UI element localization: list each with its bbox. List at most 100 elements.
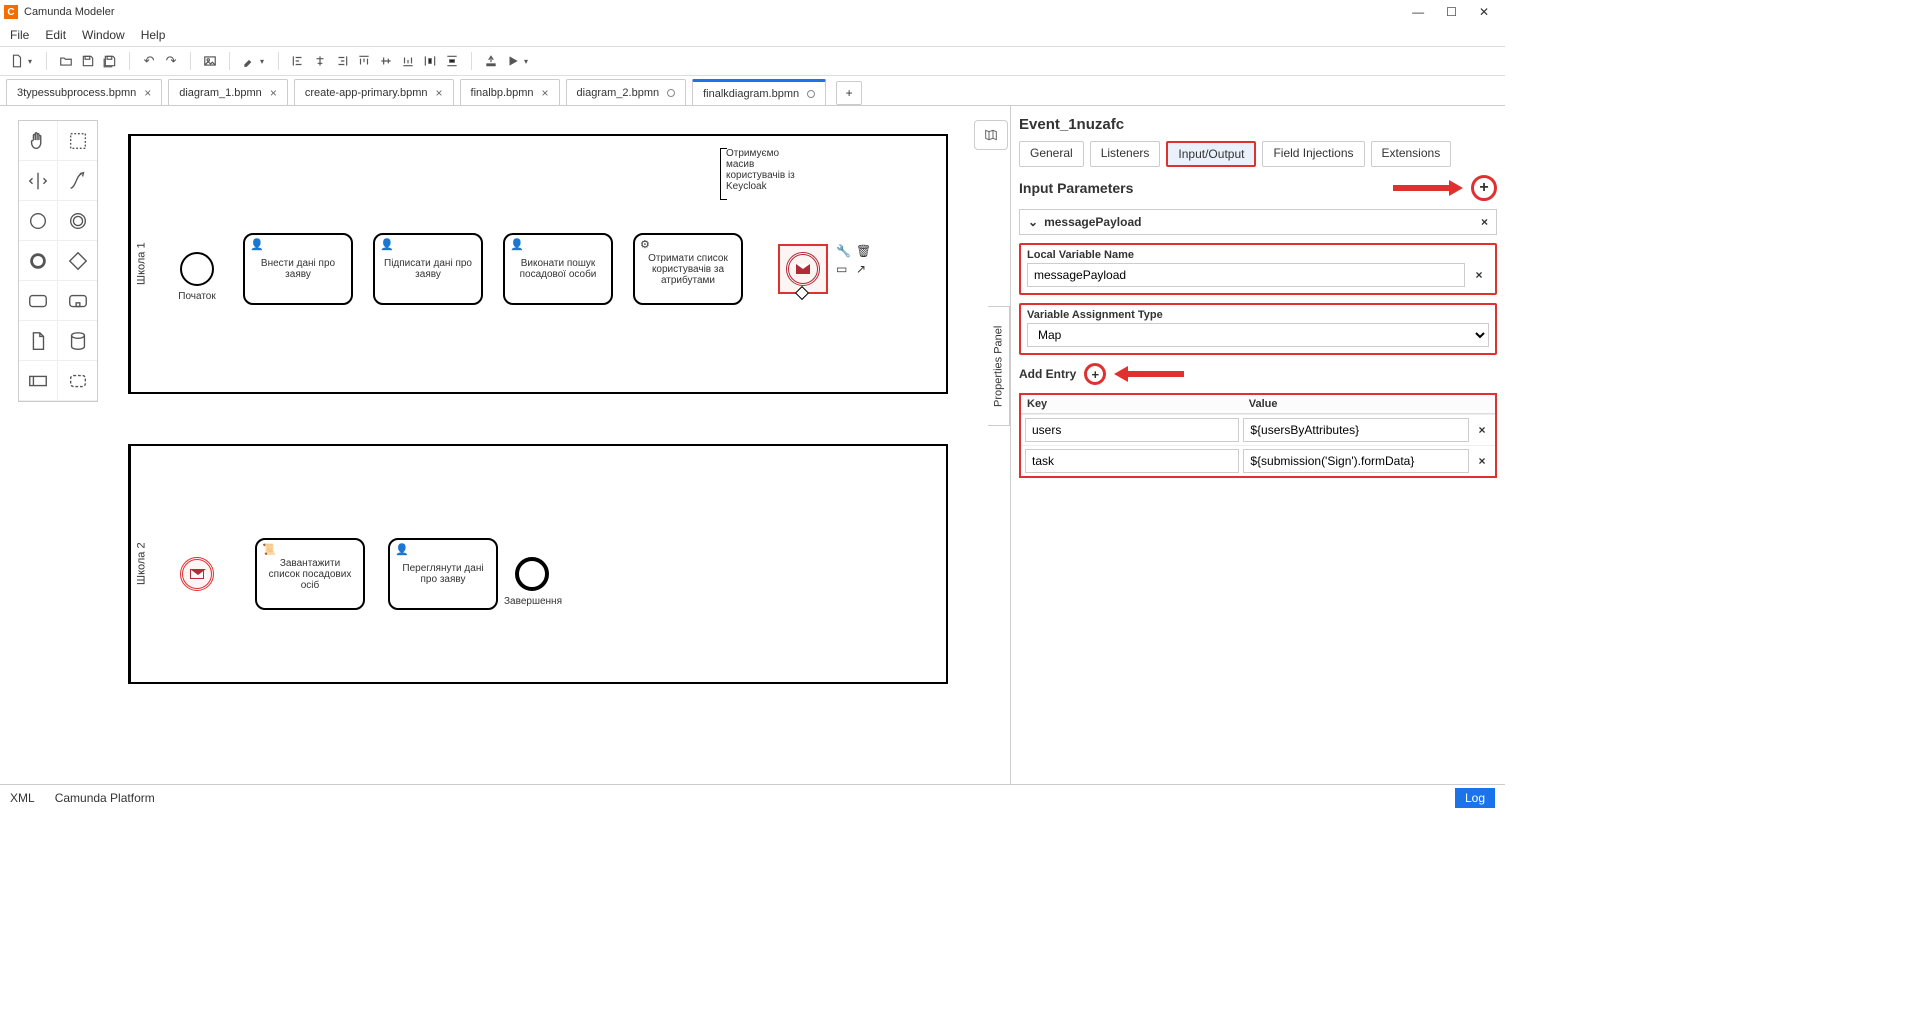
remove-entry-button[interactable]: ×	[1473, 454, 1491, 468]
file-tab[interactable]: diagram_1.bpmn×	[168, 79, 288, 105]
align-top-icon[interactable]	[355, 52, 373, 70]
pool-icon[interactable]	[19, 361, 58, 401]
remove-parameter-button[interactable]: ×	[1481, 215, 1488, 229]
undo-icon[interactable]: ↶	[140, 52, 158, 70]
file-tab[interactable]: 3typessubprocess.bpmn×	[6, 79, 162, 105]
close-button[interactable]: ✕	[1479, 5, 1489, 19]
color-icon[interactable]	[240, 52, 258, 70]
chevron-down-icon[interactable]: ▾	[28, 57, 32, 66]
variable-assignment-type-select[interactable]: Map	[1027, 323, 1489, 347]
lasso-tool-icon[interactable]	[58, 121, 97, 161]
parameter-collapsible-header[interactable]: ⌄ messagePayload ×	[1019, 209, 1497, 235]
chevron-down-icon[interactable]: ▾	[260, 57, 264, 66]
end-event-icon[interactable]	[19, 241, 58, 281]
align-bottom-icon[interactable]	[399, 52, 417, 70]
props-tab-general[interactable]: General	[1019, 141, 1084, 167]
local-variable-name-input[interactable]	[1027, 263, 1465, 287]
file-tab[interactable]: create-app-primary.bpmn ×	[294, 79, 454, 105]
align-right-icon[interactable]	[333, 52, 351, 70]
file-tab-label: create-app-primary.bpmn	[305, 87, 428, 99]
connect-tool-icon[interactable]	[58, 161, 97, 201]
properties-panel-toggle-label: Properties Panel	[993, 325, 1005, 406]
run-icon[interactable]	[504, 52, 522, 70]
save-all-icon[interactable]	[101, 52, 119, 70]
data-object-icon[interactable]	[19, 321, 58, 361]
menu-window[interactable]: Window	[82, 28, 125, 42]
add-entry-button[interactable]: +	[1084, 363, 1106, 385]
props-tab-field-injections[interactable]: Field Injections	[1262, 141, 1364, 167]
data-store-icon[interactable]	[58, 321, 97, 361]
annotation-text: Отримуємо масив користувачів із Keycloak	[726, 148, 795, 192]
menu-edit[interactable]: Edit	[45, 28, 66, 42]
props-tab-listeners[interactable]: Listeners	[1090, 141, 1161, 167]
start-event-label: Початок	[162, 291, 232, 302]
wrench-icon[interactable]: 🔧	[836, 244, 852, 258]
trash-icon[interactable]: 🗑	[856, 244, 872, 258]
bpmn-text-annotation[interactable]: Отримуємо масив користувачів із Keycloak	[720, 148, 810, 200]
table-header: Key Value	[1021, 395, 1495, 414]
align-middle-icon[interactable]	[377, 52, 395, 70]
file-tab[interactable]: diagram_2.bpmn	[566, 79, 687, 105]
minimap-toggle[interactable]	[974, 120, 1008, 150]
close-icon[interactable]: ×	[144, 86, 151, 100]
bpmn-message-start-event[interactable]	[180, 557, 214, 591]
open-icon[interactable]	[57, 52, 75, 70]
distribute-h-icon[interactable]	[421, 52, 439, 70]
task-icon[interactable]	[19, 281, 58, 321]
new-tab-button[interactable]: +	[836, 81, 862, 105]
group-icon[interactable]	[58, 361, 97, 401]
bpmn-script-task[interactable]: 📜Завантажити список посадових осіб	[255, 538, 365, 610]
deploy-icon[interactable]	[482, 52, 500, 70]
bpmn-start-event[interactable]	[180, 252, 214, 286]
entry-key-input[interactable]	[1025, 418, 1239, 442]
new-file-icon[interactable]	[8, 52, 26, 70]
connect-icon[interactable]: ↗	[856, 262, 872, 276]
intermediate-event-icon[interactable]	[58, 201, 97, 241]
save-icon[interactable]	[79, 52, 97, 70]
menu-help[interactable]: Help	[141, 28, 166, 42]
distribute-v-icon[interactable]	[443, 52, 461, 70]
start-event-icon[interactable]	[19, 201, 58, 241]
bpmn-user-task[interactable]: 👤Переглянути дані про заяву	[388, 538, 498, 610]
subprocess-icon[interactable]	[58, 281, 97, 321]
close-icon[interactable]: ×	[270, 86, 277, 100]
add-parameter-button[interactable]: +	[1471, 175, 1497, 201]
task-label: Підписати дані про заяву	[381, 258, 475, 280]
chevron-down-icon[interactable]: ▾	[524, 57, 528, 66]
bpmn-pool[interactable]: Школа 2 📜Завантажити список посадових ос…	[128, 444, 948, 684]
minimize-button[interactable]: —	[1412, 5, 1424, 19]
file-tab[interactable]: finalbp.bpmn×	[460, 79, 560, 105]
entry-value-input[interactable]	[1243, 418, 1469, 442]
close-icon[interactable]: ×	[542, 86, 549, 100]
menu-file[interactable]: File	[10, 28, 29, 42]
redo-icon[interactable]: ↷	[162, 52, 180, 70]
bpmn-user-task[interactable]: 👤Підписати дані про заяву	[373, 233, 483, 305]
bpmn-service-task[interactable]: ⚙Отримати список користувачів за атрибут…	[633, 233, 743, 305]
maximize-button[interactable]: ☐	[1446, 5, 1457, 19]
dirty-indicator-icon	[667, 89, 675, 97]
bpmn-user-task[interactable]: 👤Виконати пошук посадової особи	[503, 233, 613, 305]
image-icon[interactable]	[201, 52, 219, 70]
canvas[interactable]: Школа 1 Початок 👤Внести дані про заяву 👤…	[0, 106, 1010, 784]
bpmn-end-event[interactable]	[515, 557, 549, 591]
props-tab-input-output[interactable]: Input/Output	[1166, 141, 1256, 167]
remove-entry-button[interactable]: ×	[1473, 423, 1491, 437]
space-tool-icon[interactable]	[19, 161, 58, 201]
properties-panel-toggle[interactable]: Properties Panel	[988, 306, 1010, 426]
align-left-icon[interactable]	[289, 52, 307, 70]
status-platform[interactable]: Camunda Platform	[55, 791, 155, 805]
gateway-icon[interactable]	[58, 241, 97, 281]
log-button[interactable]: Log	[1455, 788, 1495, 808]
bpmn-user-task[interactable]: 👤Внести дані про заяву	[243, 233, 353, 305]
align-center-icon[interactable]	[311, 52, 329, 70]
entry-key-input[interactable]	[1025, 449, 1239, 473]
status-xml[interactable]: XML	[10, 791, 35, 805]
annotation-icon[interactable]: ▭	[836, 262, 852, 276]
hand-tool-icon[interactable]	[19, 121, 58, 161]
file-tab-active[interactable]: finalkdiagram.bpmn	[692, 79, 826, 105]
close-icon[interactable]: ×	[436, 86, 443, 100]
entry-value-input[interactable]	[1243, 449, 1469, 473]
props-tab-extensions[interactable]: Extensions	[1371, 141, 1452, 167]
bpmn-pool[interactable]: Школа 1 Початок 👤Внести дані про заяву 👤…	[128, 134, 948, 394]
clear-input-button[interactable]: ×	[1469, 268, 1489, 282]
